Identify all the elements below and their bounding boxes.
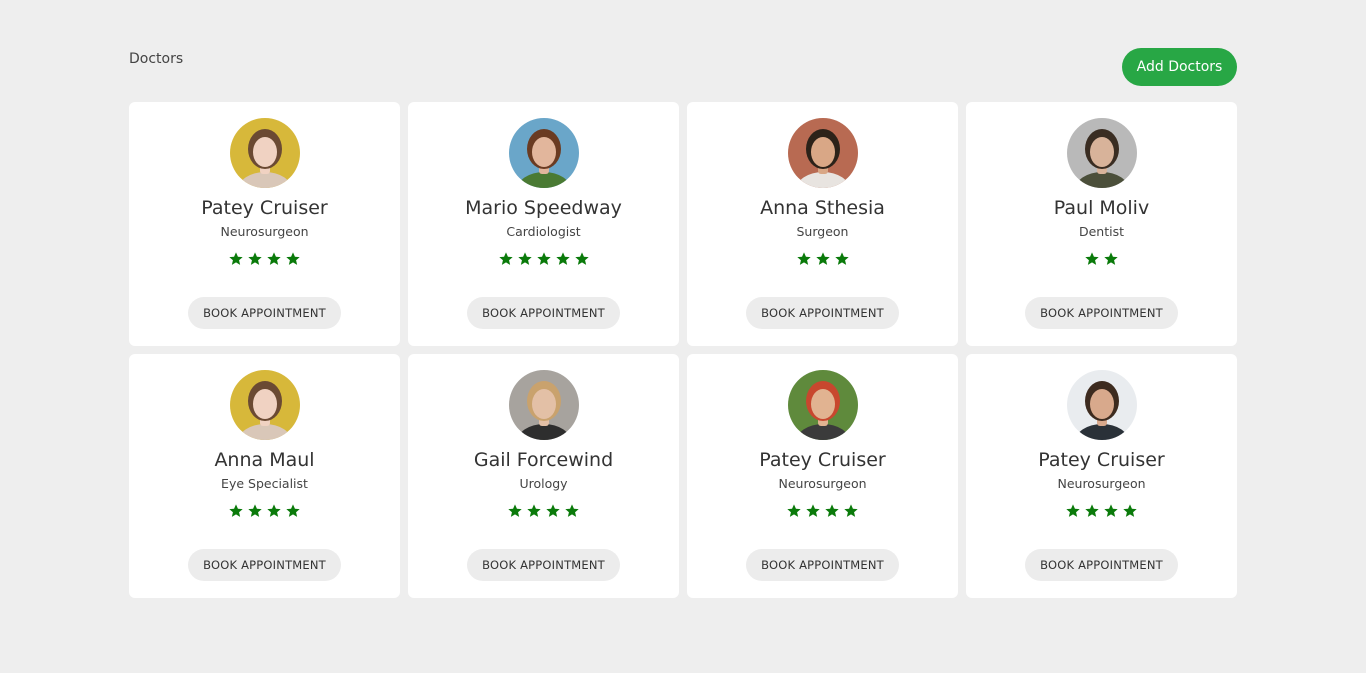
avatar-image [230,118,300,188]
page-title: Doctors [129,51,184,67]
doctor-avatar [230,370,300,440]
doctor-specialty: Cardiologist [506,224,581,239]
doctor-name: Paul Moliv [1053,197,1150,219]
add-doctors-button[interactable]: Add Doctors [1122,48,1237,86]
doctor-card: Gail Forcewind Urology BOOK APPOINTMENT [408,354,679,598]
star-icon [286,504,300,517]
avatar-image [788,118,858,188]
doctors-page: Doctors Add Doctors Patey Cruiser Neuros… [0,0,1366,673]
avatar-image [509,118,579,188]
doctor-card: Anna Sthesia Surgeon BOOK APPOINTMENT [687,102,958,346]
star-icon [806,504,820,517]
star-icon [555,252,570,265]
star-icon [1085,504,1099,517]
doctor-avatar [509,370,579,440]
doctor-name: Patey Cruiser [759,449,886,471]
star-icon [248,252,262,265]
doctor-specialty: Eye Specialist [221,476,308,491]
doctor-card: Patey Cruiser Neurosurgeon BOOK APPOINTM… [129,102,400,346]
rating-stars [408,251,679,267]
book-appointment-button[interactable]: BOOK APPOINTMENT [467,549,620,581]
star-icon [527,504,541,517]
avatar-image [230,370,300,440]
book-appointment-button[interactable]: BOOK APPOINTMENT [746,549,899,581]
doctor-avatar [1067,118,1137,188]
doctor-specialty: Dentist [1078,224,1125,239]
book-appointment-button[interactable]: BOOK APPOINTMENT [188,297,341,329]
doctor-name: Mario Speedway [465,197,622,219]
doctor-name: Patey Cruiser [201,197,328,219]
star-icon [574,252,589,265]
avatar-image [1067,370,1137,440]
rating-stars [129,251,400,267]
star-icon [267,252,281,265]
doctor-name: Patey Cruiser [1038,449,1165,471]
star-icon [286,252,300,265]
doctor-card: Mario Speedway Cardiologist BOOK APPOINT… [408,102,679,346]
doctor-card: Paul Moliv Dentist BOOK APPOINTMENT [966,102,1237,346]
star-icon [1123,504,1137,517]
doctor-card: Patey Cruiser Neurosurgeon BOOK APPOINTM… [687,354,958,598]
star-icon [517,252,532,265]
avatar-image [509,370,579,440]
rating-stars [966,251,1237,267]
star-icon [546,504,560,517]
doctor-card: Patey Cruiser Neurosurgeon BOOK APPOINTM… [966,354,1237,598]
doctor-avatar [509,118,579,188]
star-icon [796,252,811,265]
star-icon [229,252,243,265]
star-icon [565,504,579,517]
doctor-avatar [788,370,858,440]
star-icon [1104,252,1118,265]
star-icon [229,504,243,517]
book-appointment-button[interactable]: BOOK APPOINTMENT [746,297,899,329]
book-appointment-button[interactable]: BOOK APPOINTMENT [467,297,620,329]
rating-stars [129,503,400,519]
star-icon [834,252,849,265]
doctor-grid: Patey Cruiser Neurosurgeon BOOK APPOINTM… [129,102,1237,598]
rating-stars [408,503,679,519]
book-appointment-button[interactable]: BOOK APPOINTMENT [188,549,341,581]
avatar-image [788,370,858,440]
star-icon [267,504,281,517]
star-icon [1085,252,1099,265]
book-appointment-button[interactable]: BOOK APPOINTMENT [1025,297,1178,329]
doctor-name: Gail Forcewind [473,449,614,471]
star-icon [1104,504,1118,517]
doctor-avatar [1067,370,1137,440]
star-icon [508,504,522,517]
star-icon [825,504,839,517]
doctor-specialty: Neurosurgeon [778,476,867,491]
rating-stars [966,503,1237,519]
doctor-name: Anna Sthesia [760,197,885,219]
star-icon [1066,504,1080,517]
book-appointment-button[interactable]: BOOK APPOINTMENT [1025,549,1178,581]
doctor-card: Anna Maul Eye Specialist BOOK APPOINTMEN… [129,354,400,598]
star-icon [844,504,858,517]
rating-stars [687,251,958,267]
doctor-name: Anna Maul [214,449,315,471]
star-icon [815,252,830,265]
doctor-avatar [788,118,858,188]
star-icon [536,252,551,265]
rating-stars [687,503,958,519]
avatar-image [1067,118,1137,188]
doctor-specialty: Neurosurgeon [1057,476,1146,491]
star-icon [248,504,262,517]
doctor-avatar [230,118,300,188]
doctor-specialty: Urology [519,476,568,491]
doctor-specialty: Surgeon [796,224,849,239]
star-icon [498,252,513,265]
star-icon [787,504,801,517]
doctor-specialty: Neurosurgeon [220,224,309,239]
